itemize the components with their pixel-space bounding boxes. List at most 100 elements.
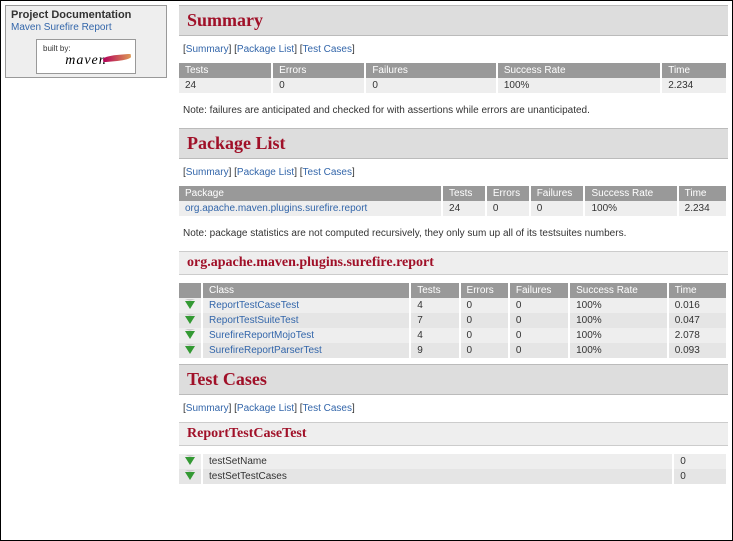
test-cases-title: Test Cases	[187, 369, 720, 390]
cell-time: 0.093	[668, 343, 727, 358]
package-table: Package Tests Errors Failures Success Ra…	[179, 186, 728, 216]
test-cases-header: Test Cases	[179, 364, 728, 395]
cell-errors: 0	[486, 201, 530, 216]
cell-time: 2.234	[678, 201, 727, 216]
nav-package-list[interactable]: Package List	[237, 44, 294, 55]
sidebar-title: Project Documentation	[11, 9, 161, 21]
nav-summary[interactable]: Summary	[186, 44, 229, 55]
testcase-name: testSetName	[202, 454, 673, 469]
cell-time: 2.078	[668, 328, 727, 343]
summary-table: Tests Errors Failures Success Rate Time …	[179, 63, 728, 93]
nav-links: [Summary] [Package List] [Test Cases]	[179, 36, 728, 63]
col-success-rate: Success Rate	[497, 63, 661, 78]
class-link[interactable]: ReportTestCaseTest	[209, 300, 299, 311]
success-icon	[185, 457, 195, 465]
cell-success-rate: 100%	[497, 78, 661, 93]
success-icon	[185, 346, 195, 354]
cell-success-rate: 100%	[584, 201, 677, 216]
col-time: Time	[661, 63, 727, 78]
package-detail-title: org.apache.maven.plugins.surefire.report	[187, 255, 720, 271]
col-blank	[179, 283, 202, 298]
col-tests: Tests	[410, 283, 459, 298]
testcase-detail-title: ReportTestCaseTest	[187, 426, 720, 442]
success-icon	[185, 301, 195, 309]
testcase-detail-header: ReportTestCaseTest	[179, 422, 728, 446]
summary-header: Summary	[179, 5, 728, 36]
feather-icon	[103, 54, 131, 62]
sidebar: Project Documentation Maven Surefire Rep…	[5, 5, 167, 536]
cell-errors: 0	[460, 313, 509, 328]
nav-test-cases[interactable]: Test Cases	[303, 403, 352, 414]
cell-failures: 0	[365, 78, 497, 93]
nav-test-cases[interactable]: Test Cases	[303, 44, 352, 55]
cell-errors: 0	[460, 298, 509, 313]
cell-failures: 0	[509, 328, 569, 343]
package-list-title: Package List	[187, 133, 720, 154]
col-package: Package	[179, 186, 442, 201]
cell-failures: 0	[530, 201, 585, 216]
summary-note: Note: failures are anticipated and check…	[179, 99, 728, 128]
success-icon	[185, 472, 195, 480]
col-failures: Failures	[365, 63, 497, 78]
testcase-value: 0	[673, 454, 727, 469]
cell-failures: 0	[509, 343, 569, 358]
class-row: ReportTestCaseTest400100%0.016	[179, 298, 727, 313]
cell-time: 0.047	[668, 313, 727, 328]
class-link[interactable]: SurefireReportParserTest	[209, 345, 322, 356]
col-class: Class	[202, 283, 410, 298]
testcase-row: testSetTestCases0	[179, 469, 727, 484]
testcase-value: 0	[673, 469, 727, 484]
class-row: SurefireReportParserTest900100%0.093	[179, 343, 727, 358]
cell-tests: 9	[410, 343, 459, 358]
class-link[interactable]: SurefireReportMojoTest	[209, 330, 314, 341]
class-link[interactable]: ReportTestSuiteTest	[209, 315, 299, 326]
package-list-header: Package List	[179, 128, 728, 159]
testcase-name: testSetTestCases	[202, 469, 673, 484]
testcase-table: testSetName0testSetTestCases0	[179, 454, 728, 484]
success-icon	[185, 331, 195, 339]
cell-success-rate: 100%	[569, 343, 668, 358]
class-table: Class Tests Errors Failures Success Rate…	[179, 283, 728, 358]
sidebar-link-report[interactable]: Maven Surefire Report	[11, 22, 112, 33]
cell-tests: 4	[410, 298, 459, 313]
cell-errors: 0	[460, 328, 509, 343]
col-success-rate: Success Rate	[569, 283, 668, 298]
nav-package-list[interactable]: Package List	[237, 403, 294, 414]
col-failures: Failures	[530, 186, 585, 201]
class-row: SurefireReportMojoTest400100%2.078	[179, 328, 727, 343]
cell-errors: 0	[460, 343, 509, 358]
cell-failures: 0	[509, 313, 569, 328]
col-success-rate: Success Rate	[584, 186, 677, 201]
col-tests: Tests	[442, 186, 486, 201]
cell-failures: 0	[509, 298, 569, 313]
cell-tests: 7	[410, 313, 459, 328]
nav-links: [Summary] [Package List] [Test Cases]	[179, 395, 728, 422]
success-icon	[185, 316, 195, 324]
testcase-row: testSetName0	[179, 454, 727, 469]
nav-summary[interactable]: Summary	[186, 403, 229, 414]
nav-test-cases[interactable]: Test Cases	[303, 167, 352, 178]
maven-logo: maven	[43, 53, 129, 69]
package-note: Note: package statistics are not compute…	[179, 222, 728, 251]
cell-time: 2.234	[661, 78, 727, 93]
package-row: org.apache.maven.plugins.surefire.report…	[179, 201, 727, 216]
col-errors: Errors	[460, 283, 509, 298]
sidebar-box: Project Documentation Maven Surefire Rep…	[5, 5, 167, 78]
cell-tests: 24	[179, 78, 272, 93]
cell-time: 0.016	[668, 298, 727, 313]
nav-summary[interactable]: Summary	[186, 167, 229, 178]
builtby-label: built by:	[43, 44, 129, 53]
nav-package-list[interactable]: Package List	[237, 167, 294, 178]
col-time: Time	[678, 186, 727, 201]
cell-success-rate: 100%	[569, 313, 668, 328]
class-row: ReportTestSuiteTest700100%0.047	[179, 313, 727, 328]
cell-success-rate: 100%	[569, 298, 668, 313]
col-tests: Tests	[179, 63, 272, 78]
summary-row: 24 0 0 100% 2.234	[179, 78, 727, 93]
main-content: Summary [Summary] [Package List] [Test C…	[179, 5, 728, 536]
package-link[interactable]: org.apache.maven.plugins.surefire.report	[185, 203, 367, 214]
cell-success-rate: 100%	[569, 328, 668, 343]
cell-errors: 0	[272, 78, 365, 93]
col-failures: Failures	[509, 283, 569, 298]
col-time: Time	[668, 283, 727, 298]
